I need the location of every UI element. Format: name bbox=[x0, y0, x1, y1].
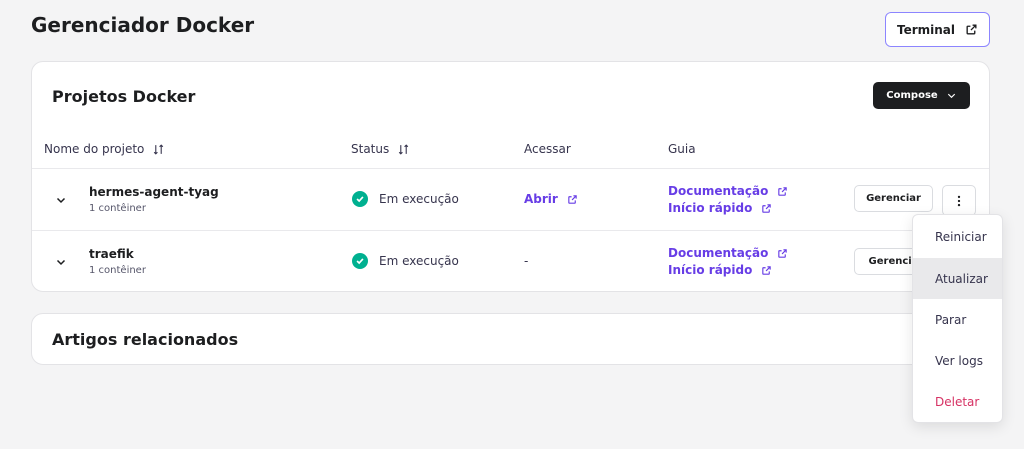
check-circle-icon bbox=[352, 191, 368, 207]
quickstart-link[interactable]: Início rápido bbox=[668, 263, 772, 277]
quickstart-label: Início rápido bbox=[668, 263, 753, 277]
menu-item-stop[interactable]: Parar bbox=[913, 299, 1002, 340]
chevron-down-icon bbox=[947, 93, 955, 99]
terminal-label: Terminal bbox=[896, 22, 956, 37]
projects-title: Projetos Docker bbox=[52, 87, 196, 106]
related-articles-title: Artigos relacionados bbox=[52, 330, 239, 349]
menu-item-update[interactable]: Atualizar bbox=[913, 258, 1002, 299]
quickstart-link[interactable]: Início rápido bbox=[668, 201, 772, 215]
column-name-label: Nome do projeto bbox=[44, 142, 145, 156]
divider bbox=[32, 168, 989, 169]
external-link-icon bbox=[762, 203, 772, 213]
compose-button[interactable]: Compose bbox=[873, 82, 970, 109]
context-menu: Reiniciar Atualizar Parar Ver logs Delet… bbox=[912, 214, 1003, 423]
related-articles-card: Artigos relacionados bbox=[31, 313, 990, 365]
menu-item-view-logs[interactable]: Ver logs bbox=[913, 340, 1002, 381]
external-link-icon bbox=[966, 24, 977, 35]
access-empty: - bbox=[524, 254, 529, 268]
external-link-icon bbox=[568, 194, 577, 204]
compose-label: Compose bbox=[886, 90, 938, 101]
more-vertical-icon bbox=[957, 195, 961, 206]
external-link-icon bbox=[762, 265, 772, 275]
column-guide-label: Guia bbox=[668, 142, 696, 156]
chevron-down-icon[interactable] bbox=[55, 194, 67, 206]
documentation-label: Documentação bbox=[668, 184, 769, 198]
sort-icon bbox=[154, 143, 164, 155]
open-link-label: Abrir bbox=[524, 192, 558, 206]
project-name: traefik bbox=[89, 247, 134, 261]
external-link-icon bbox=[778, 248, 788, 258]
menu-item-restart[interactable]: Reiniciar bbox=[913, 216, 1002, 257]
projects-card: Projetos Docker Compose Nome do projeto … bbox=[31, 61, 990, 292]
status-cell: Em execução bbox=[352, 253, 459, 269]
check-circle-icon bbox=[352, 253, 368, 269]
external-link-icon bbox=[778, 186, 788, 196]
open-link[interactable]: Abrir bbox=[524, 192, 578, 206]
column-access-label: Acessar bbox=[524, 142, 571, 156]
documentation-link[interactable]: Documentação bbox=[668, 246, 788, 260]
terminal-button[interactable]: Terminal bbox=[885, 12, 990, 47]
column-header-guide: Guia bbox=[668, 142, 696, 156]
container-count: 1 contêiner bbox=[89, 203, 146, 214]
page-title: Gerenciador Docker bbox=[31, 13, 255, 37]
manage-button[interactable]: Gerenciar bbox=[854, 185, 933, 212]
column-header-name[interactable]: Nome do projeto bbox=[44, 142, 165, 156]
documentation-label: Documentação bbox=[668, 246, 769, 260]
column-header-status[interactable]: Status bbox=[351, 142, 410, 156]
more-options-button[interactable] bbox=[942, 185, 976, 216]
menu-item-delete[interactable]: Deletar bbox=[913, 381, 1002, 422]
documentation-link[interactable]: Documentação bbox=[668, 184, 788, 198]
divider bbox=[32, 230, 989, 231]
chevron-down-icon[interactable] bbox=[55, 256, 67, 268]
status-cell: Em execução bbox=[352, 191, 459, 207]
sort-icon bbox=[399, 143, 409, 155]
status-text: Em execução bbox=[379, 192, 459, 206]
status-text: Em execução bbox=[379, 254, 459, 268]
container-count: 1 contêiner bbox=[89, 265, 146, 276]
project-name: hermes-agent-tyag bbox=[89, 185, 219, 199]
column-status-label: Status bbox=[351, 142, 390, 156]
manage-label: Gerenciar bbox=[866, 193, 921, 204]
column-header-access: Acessar bbox=[524, 142, 571, 156]
quickstart-label: Início rápido bbox=[668, 201, 753, 215]
manage-label: Gerencia bbox=[868, 256, 919, 267]
